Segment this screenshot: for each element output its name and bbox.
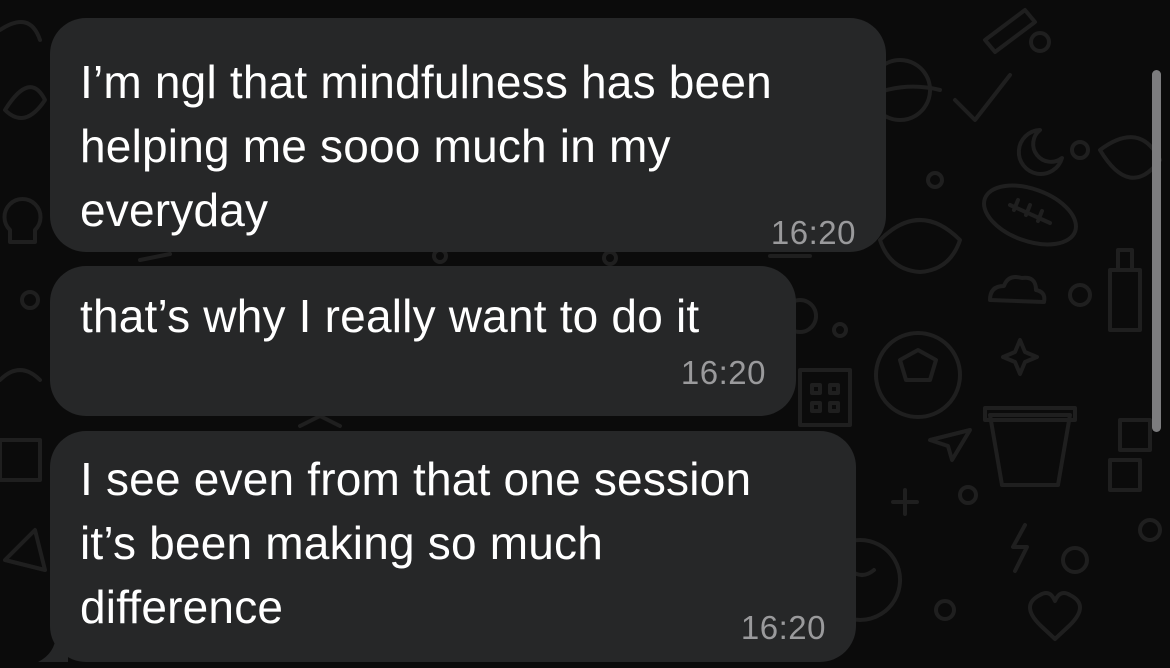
- message-bubble[interactable]: I’m ngl that mindfulness has been helpin…: [50, 18, 886, 252]
- doodle-cubes-icon: [1108, 418, 1152, 492]
- doodle-bottle-icon: [1108, 248, 1142, 332]
- doodle-ring-icon: [1068, 283, 1092, 307]
- doodle-ball-icon: [874, 331, 962, 419]
- message-timestamp: 16:20: [680, 354, 766, 391]
- doodle-cloud-icon: [988, 275, 1047, 304]
- doodle-ring-icon: [934, 599, 956, 621]
- doodle-plane-icon: [928, 428, 972, 462]
- bubble-tail-icon: [38, 628, 68, 662]
- doodle-ring-icon: [602, 250, 618, 266]
- chat-view: I’m ngl that mindfulness has been helpin…: [0, 0, 1170, 668]
- doodle-ring-icon: [926, 171, 944, 189]
- doodle-leaf-icon: [1098, 135, 1162, 180]
- doodle-heart-icon: [1028, 591, 1082, 641]
- doodle-plus-icon: [891, 488, 919, 516]
- doodle-ring-icon: [20, 290, 40, 310]
- doodle-bolt-icon: [1011, 523, 1029, 573]
- doodle-ring-icon: [1138, 518, 1162, 542]
- doodle-ring-icon: [1029, 31, 1051, 53]
- doodle-pencil-icon: [983, 8, 1037, 54]
- message-text: I’m ngl that mindfulness has been helpin…: [80, 56, 772, 236]
- doodle-ring-icon: [832, 322, 848, 338]
- doodle-flowerpot-icon: [983, 406, 1077, 487]
- scrollbar[interactable]: [1152, 70, 1161, 432]
- doodle-moon-icon: [1016, 128, 1064, 176]
- doodle-turtle-icon: [878, 218, 962, 274]
- doodle-ring-icon: [1061, 546, 1089, 574]
- message-text: I see even from that one session it’s be…: [80, 453, 752, 633]
- doodle-feather-icon: [3, 85, 47, 120]
- doodle-tag-icon: [0, 438, 42, 482]
- doodle-bulb-icon: [2, 197, 43, 244]
- doodle-check-icon: [953, 73, 1012, 122]
- doodle-ring-icon: [958, 485, 978, 505]
- message-bubble[interactable]: that’s why I really want to do it 16:20: [50, 266, 796, 416]
- message-text: that’s why I really want to do it: [80, 290, 700, 342]
- doodle-grid-icon: [798, 368, 852, 427]
- doodle-star-icon: [1001, 338, 1039, 376]
- doodle-ring-icon: [1070, 140, 1090, 160]
- doodle-triangle-icon: [3, 528, 47, 572]
- message-timestamp: 16:20: [770, 214, 856, 251]
- message-timestamp: 16:20: [740, 609, 826, 646]
- message-bubble[interactable]: I see even from that one session it’s be…: [50, 431, 856, 662]
